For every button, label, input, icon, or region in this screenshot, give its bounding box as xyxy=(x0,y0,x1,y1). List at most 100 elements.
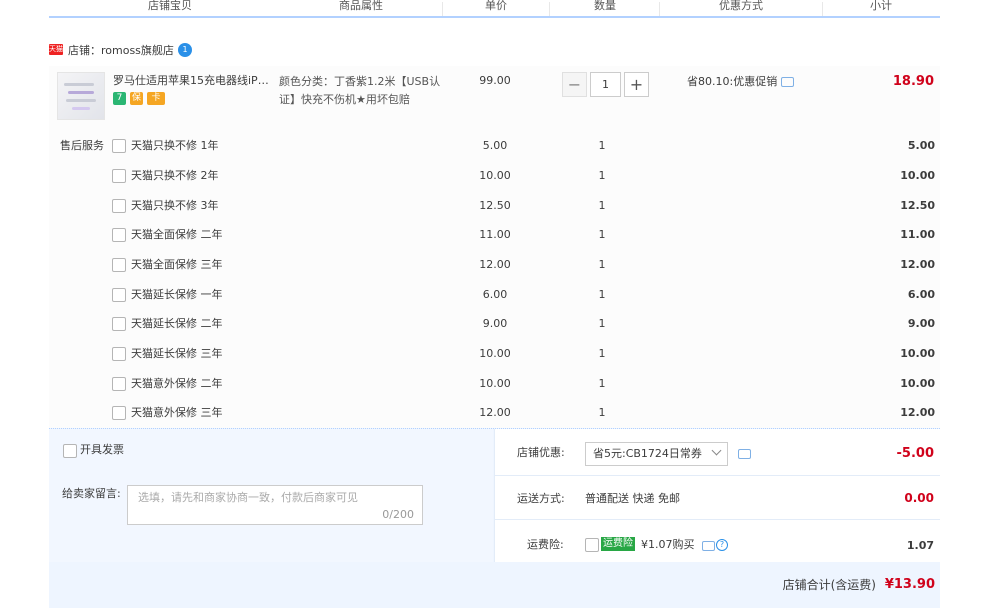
service-price: 10.00 xyxy=(479,169,511,182)
insurance-comment-icon[interactable] xyxy=(702,541,715,551)
service-name[interactable]: 天猫只换不修 3年 xyxy=(131,198,219,214)
service-name[interactable]: 天猫延长保修 一年 xyxy=(131,287,223,303)
product-thumbnail[interactable] xyxy=(57,72,105,120)
shop-total-value: ¥13.90 xyxy=(884,577,935,592)
service-checkbox[interactable] xyxy=(112,139,126,153)
service-price: 5.00 xyxy=(482,139,508,152)
service-price: 12.50 xyxy=(479,199,511,212)
product-attributes[interactable]: 颜色分类：丁香紫1.2米【USB认 证】快充不伤机★用坏包赔 xyxy=(279,73,449,109)
coupon-amount: -5.00 xyxy=(896,446,934,461)
tmall-icon: 天猫 xyxy=(49,44,63,55)
service-name[interactable]: 天猫意外保修 三年 xyxy=(131,405,223,421)
decrease-button[interactable]: − xyxy=(562,72,587,97)
service-name[interactable]: 天猫延长保修 三年 xyxy=(131,346,223,362)
service-checkbox[interactable] xyxy=(112,288,126,302)
service-quantity: 1 xyxy=(598,258,606,271)
header-attributes: 商品属性 xyxy=(339,0,383,12)
insurance-price: ¥1.07购买 xyxy=(641,538,695,551)
shop-coupon-label: 店铺优惠: xyxy=(517,446,565,459)
shop-name-link[interactable]: 店铺：romoss旗舰店 xyxy=(68,44,174,58)
invoice-label[interactable]: 开具发票 xyxy=(80,442,124,458)
service-name[interactable]: 天猫只换不修 2年 xyxy=(131,168,219,184)
service-checkbox[interactable] xyxy=(112,258,126,272)
service-subtotal: 6.00 xyxy=(907,288,935,301)
service-price: 12.00 xyxy=(479,258,511,271)
service-row: 天猫延长保修 二年 9.00 1 9.00 xyxy=(0,316,981,332)
coupon-comment-icon[interactable] xyxy=(738,449,751,459)
promo-comment-icon[interactable] xyxy=(781,77,795,87)
service-subtotal: 5.00 xyxy=(907,139,935,152)
service-quantity: 1 xyxy=(598,139,606,152)
insurance-label: 运费险: xyxy=(527,538,564,551)
divider xyxy=(494,519,940,520)
quantity-input[interactable]: 1 xyxy=(590,72,621,97)
service-name[interactable]: 天猫全面保修 二年 xyxy=(131,227,223,243)
header-divider xyxy=(659,2,660,16)
header-quantity: 数量 xyxy=(594,0,616,12)
service-checkbox[interactable] xyxy=(112,317,126,331)
service-quantity: 1 xyxy=(598,347,606,360)
service-name[interactable]: 天猫延长保修 二年 xyxy=(131,316,223,332)
service-price: 9.00 xyxy=(482,317,508,330)
service-checkbox[interactable] xyxy=(112,169,126,183)
service-quantity: 1 xyxy=(598,288,606,301)
service-subtotal: 10.00 xyxy=(900,347,935,360)
service-row: 天猫意外保修 三年 12.00 1 12.00 xyxy=(0,405,981,421)
item-subtotal: 18.90 xyxy=(892,74,934,89)
header-divider xyxy=(442,2,443,16)
header-divider xyxy=(822,2,823,16)
service-row: 天猫全面保修 三年 12.00 1 12.00 xyxy=(0,257,981,273)
divider xyxy=(494,475,940,476)
header-shop-item: 店铺宝贝 xyxy=(148,0,192,12)
service-price: 11.00 xyxy=(479,228,511,241)
service-quantity: 1 xyxy=(598,406,606,419)
seven-day-return-icon[interactable]: 7 xyxy=(113,92,126,105)
service-checkbox[interactable] xyxy=(112,377,126,391)
service-quantity: 1 xyxy=(598,317,606,330)
service-checkbox[interactable] xyxy=(112,406,126,420)
seller-message-textarea[interactable]: 选填，请先和商家协商一致，付款后商家可见 0/200 xyxy=(127,485,423,525)
shop-total-label: 店铺合计(含运费) xyxy=(782,578,876,592)
service-subtotal: 12.00 xyxy=(900,258,935,271)
insurance-amount: 1.07 xyxy=(906,539,934,552)
service-name[interactable]: 天猫意外保修 二年 xyxy=(131,376,223,392)
service-row: 天猫只换不修 1年 5.00 1 5.00 xyxy=(0,138,981,154)
card-payment-icon[interactable]: 卡 xyxy=(147,92,165,105)
message-counter: 0/200 xyxy=(382,508,414,521)
service-quantity: 1 xyxy=(598,377,606,390)
service-row: 天猫只换不修 3年 12.50 1 12.50 xyxy=(0,198,981,214)
service-checkbox[interactable] xyxy=(112,347,126,361)
help-icon[interactable]: ? xyxy=(716,539,728,551)
service-row: 天猫延长保修 三年 10.00 1 10.00 xyxy=(0,346,981,362)
service-subtotal: 10.00 xyxy=(900,169,935,182)
service-name[interactable]: 天猫全面保修 三年 xyxy=(131,257,223,273)
service-row: 天猫延长保修 一年 6.00 1 6.00 xyxy=(0,287,981,303)
item-block xyxy=(49,66,940,428)
wangwang-chat-icon[interactable]: 1 xyxy=(178,43,192,57)
shop-coupon-select[interactable]: 省5元:CB1724日常券 xyxy=(585,442,728,466)
header-divider xyxy=(549,2,550,16)
service-name[interactable]: 天猫只换不修 1年 xyxy=(131,138,219,154)
chevron-down-icon xyxy=(711,445,722,456)
service-checkbox[interactable] xyxy=(112,199,126,213)
service-subtotal: 11.00 xyxy=(900,228,935,241)
service-subtotal: 12.00 xyxy=(900,406,935,419)
product-title-link[interactable]: 罗马仕适用苹果15充电器线iPh… xyxy=(113,73,275,89)
service-price: 12.00 xyxy=(479,406,511,419)
increase-button[interactable]: + xyxy=(624,72,649,97)
insurance-checkbox[interactable] xyxy=(585,538,599,552)
shipping-method: 普通配送 快递 免邮 xyxy=(585,492,680,505)
invoice-checkbox[interactable] xyxy=(63,444,77,458)
service-row: 天猫只换不修 2年 10.00 1 10.00 xyxy=(0,168,981,184)
service-checkbox[interactable] xyxy=(112,228,126,242)
service-badges: 7保卡 xyxy=(113,92,169,106)
insurance-tag: 运费险 xyxy=(601,537,635,551)
message-placeholder: 选填，请先和商家协商一致，付款后商家可见 xyxy=(138,491,358,504)
service-quantity: 1 xyxy=(598,199,606,212)
header-discount: 优惠方式 xyxy=(719,0,763,12)
header-subtotal: 小计 xyxy=(870,0,892,12)
service-row: 天猫全面保修 二年 11.00 1 11.00 xyxy=(0,227,981,243)
service-subtotal: 12.50 xyxy=(900,199,935,212)
service-price: 10.00 xyxy=(479,347,511,360)
guarantee-icon[interactable]: 保 xyxy=(130,92,143,105)
